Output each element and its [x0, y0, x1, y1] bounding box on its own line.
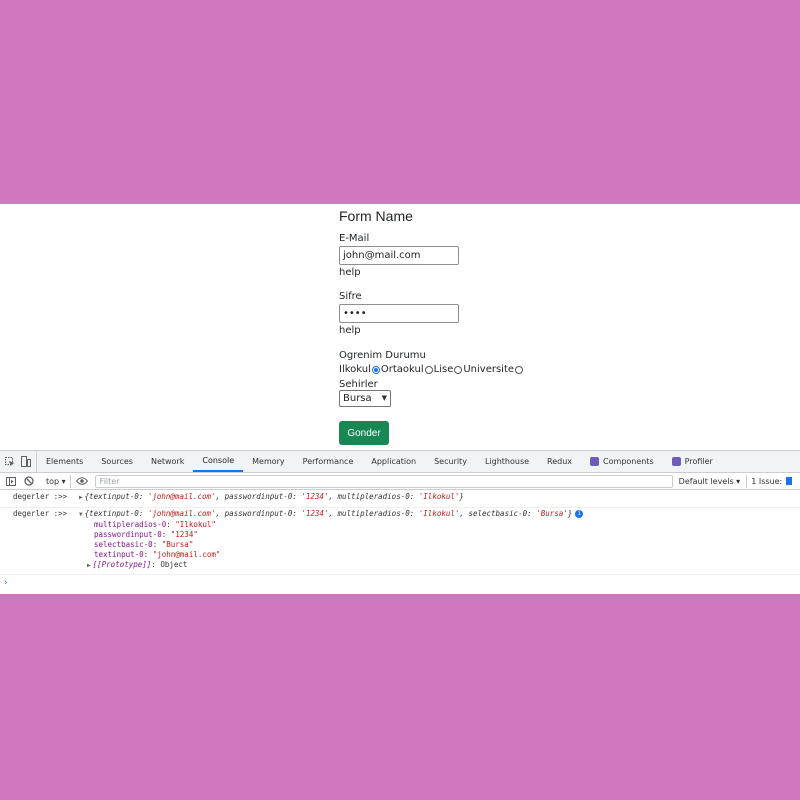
log-levels-select[interactable]: Default levels ▾: [679, 477, 741, 486]
clear-console-icon[interactable]: [22, 474, 36, 488]
email-help-text: help: [339, 267, 361, 278]
tab-sources[interactable]: Sources: [92, 451, 142, 472]
form-title: Form Name: [339, 208, 413, 224]
inspect-element-icon[interactable]: [4, 456, 16, 468]
tab-profiler[interactable]: Profiler: [663, 451, 722, 472]
radio-label-lise: Lise: [433, 364, 454, 375]
log-object-preview[interactable]: ▼ {textinput-0: 'john@mail.com', password…: [79, 509, 584, 518]
submit-button[interactable]: Gonder: [339, 421, 389, 445]
radio-label-universite: Universite: [463, 364, 515, 375]
tab-network[interactable]: Network: [142, 451, 193, 472]
info-icon[interactable]: i: [575, 510, 584, 518]
tab-application[interactable]: Application: [362, 451, 425, 472]
console-log-entry: degerler :>> ▶ {textinput-0: 'john@mail.c…: [0, 491, 800, 508]
issues-button[interactable]: 1 Issue:: [746, 474, 796, 488]
react-components-icon: [590, 457, 600, 466]
log-label: degerler :>>: [13, 492, 68, 501]
device-toolbar-icon[interactable]: [20, 456, 32, 468]
issue-flag-icon: [786, 477, 793, 485]
radio-lise[interactable]: [454, 365, 463, 374]
devtools-panel: Elements Sources Network Console Memory …: [0, 450, 800, 594]
devtools-tab-bar: Elements Sources Network Console Memory …: [0, 451, 800, 473]
console-toolbar: top ▾ Filter Default levels ▾ 1 Issue:: [0, 473, 800, 490]
console-filter-input[interactable]: Filter: [94, 474, 673, 488]
log-label: degerler :>>: [13, 509, 68, 518]
console-prompt-icon[interactable]: ›: [3, 578, 8, 588]
tab-performance[interactable]: Performance: [294, 451, 363, 472]
devtools-tools: [0, 451, 37, 472]
object-property: multipleradios-0: "Ilkokul": [94, 520, 216, 529]
tab-components[interactable]: Components: [581, 451, 663, 472]
education-label: Ogrenim Durumu: [339, 350, 426, 361]
radio-label-ilkokul: Ilkokul: [339, 364, 371, 375]
password-help-text: help: [339, 325, 361, 336]
tab-lighthouse[interactable]: Lighthouse: [476, 451, 538, 472]
password-label: Sifre: [339, 291, 362, 302]
city-select[interactable]: Bursa ▼: [339, 390, 391, 407]
tab-memory[interactable]: Memory: [243, 451, 294, 472]
radio-ilkokul[interactable]: [371, 365, 380, 374]
collapse-triangle-icon[interactable]: ▼: [79, 511, 83, 518]
console-log-entry-expanded: degerler :>> ▼ {textinput-0: 'john@mail.c…: [0, 508, 800, 575]
chevron-down-icon: ▼: [381, 394, 387, 402]
issues-label: 1 Issue:: [751, 476, 783, 486]
email-label: E-Mail: [339, 233, 370, 244]
tab-redux[interactable]: Redux: [538, 451, 581, 472]
city-select-value: Bursa: [343, 393, 372, 404]
react-profiler-icon: [671, 457, 681, 466]
expand-triangle-icon[interactable]: ▶: [87, 562, 91, 569]
tab-components-label: Components: [603, 457, 654, 466]
password-input[interactable]: ••••: [339, 304, 459, 323]
form-area: Form Name E-Mail john@mail.com help Sifr…: [339, 204, 639, 450]
radio-universite[interactable]: [515, 365, 524, 374]
tab-security[interactable]: Security: [425, 451, 476, 472]
console-output: degerler :>> ▶ {textinput-0: 'john@mail.c…: [0, 491, 800, 594]
education-radio-group: Ilkokul Ortaokul Lise Universite: [339, 364, 524, 375]
sidebar-toggle-icon[interactable]: [4, 474, 18, 488]
object-property: passwordinput-0: "1234": [94, 530, 198, 539]
context-select[interactable]: top ▾: [42, 474, 71, 488]
expand-triangle-icon[interactable]: ▶: [79, 494, 83, 501]
tab-console[interactable]: Console: [193, 451, 244, 472]
object-prototype[interactable]: ▶ [[Prototype]]: Object: [87, 560, 187, 569]
browser-viewport: Form Name E-Mail john@mail.com help Sifr…: [0, 204, 800, 594]
object-property: textinput-0: "john@mail.com": [94, 550, 221, 559]
radio-ortaokul[interactable]: [424, 365, 433, 374]
tab-elements[interactable]: Elements: [37, 451, 92, 472]
city-label: Sehirler: [339, 379, 378, 390]
eye-icon[interactable]: [75, 474, 89, 488]
log-object-preview[interactable]: ▶ {textinput-0: 'john@mail.com', password…: [79, 492, 464, 501]
radio-label-ortaokul: Ortaokul: [380, 364, 424, 375]
tab-profiler-label: Profiler: [684, 457, 713, 466]
object-property: selectbasic-0: "Bursa": [94, 540, 194, 549]
email-input[interactable]: john@mail.com: [339, 246, 459, 265]
